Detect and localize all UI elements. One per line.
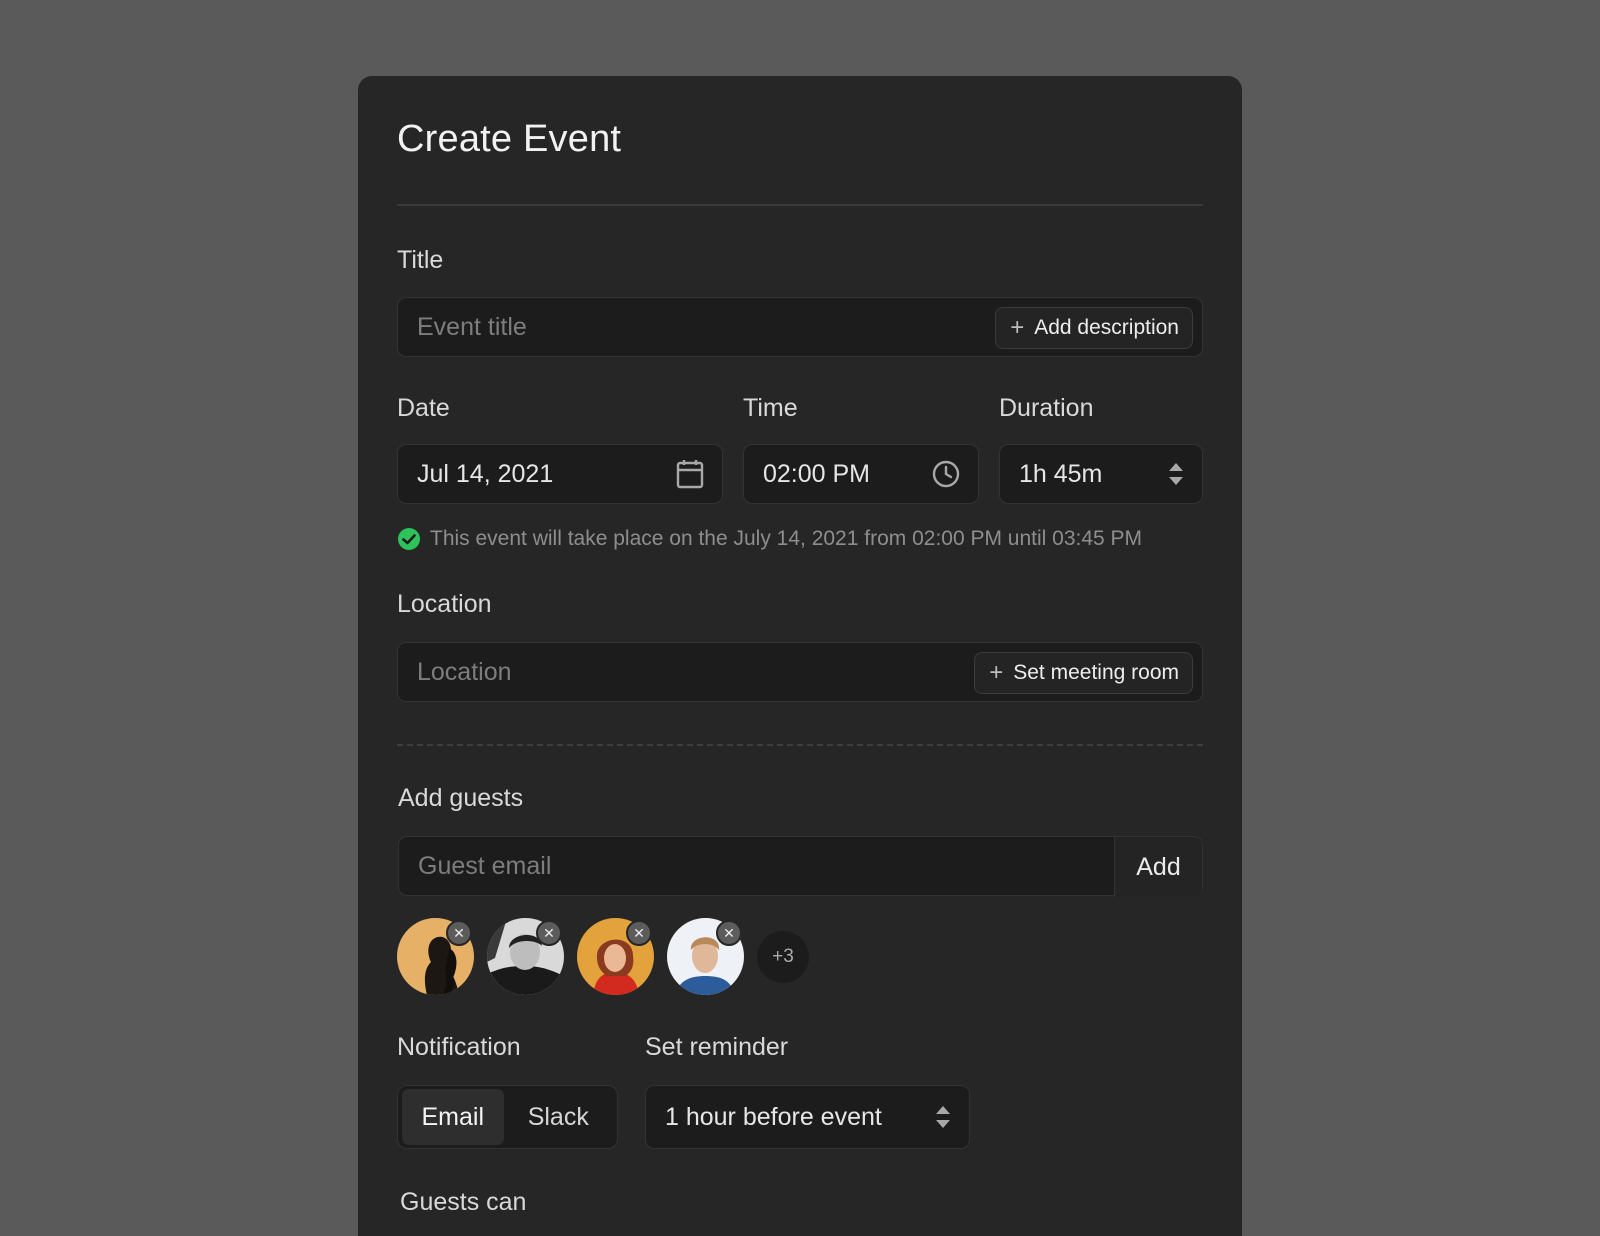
add-guest-button[interactable]: Add <box>1114 837 1202 897</box>
reminder-label: Set reminder <box>645 1033 789 1061</box>
set-meeting-room-button[interactable]: + Set meeting room <box>974 652 1193 694</box>
notification-label: Notification <box>397 1033 521 1061</box>
guest-avatar-list: ✕ ✕ ✕ ✕ +3 <box>397 918 809 995</box>
location-field[interactable]: Location + Set meeting room <box>397 642 1203 702</box>
date-field[interactable]: Jul 14, 2021 <box>397 444 723 504</box>
duration-field[interactable]: 1h 45m <box>999 444 1203 504</box>
location-label: Location <box>397 590 492 618</box>
header-divider <box>397 204 1203 206</box>
notification-option-slack[interactable]: Slack <box>504 1089 613 1145</box>
event-title-placeholder: Event title <box>417 312 527 341</box>
page-title: Create Event <box>397 118 622 160</box>
remove-guest-icon[interactable]: ✕ <box>536 920 562 946</box>
notification-toggle: Email Slack <box>397 1085 618 1149</box>
event-summary-text: This event will take place on the July 1… <box>430 527 1143 550</box>
time-field[interactable]: 02:00 PM <box>743 444 979 504</box>
location-placeholder: Location <box>417 657 512 686</box>
time-value: 02:00 PM <box>763 459 871 488</box>
remove-guest-icon[interactable]: ✕ <box>716 920 742 946</box>
plus-icon: + <box>1010 314 1025 341</box>
stepper-arrows-icon <box>935 1104 951 1130</box>
calendar-icon[interactable] <box>676 459 704 489</box>
reminder-value: 1 hour before event <box>665 1102 882 1131</box>
add-guests-label: Add guests <box>398 784 524 812</box>
notification-option-email[interactable]: Email <box>402 1089 504 1145</box>
guest-email-field[interactable]: Guest email Add <box>398 836 1203 897</box>
create-event-panel: Create Event Title Event title + Add des… <box>358 76 1242 1236</box>
more-guests-badge[interactable]: +3 <box>757 930 809 983</box>
duration-label: Duration <box>999 394 1094 422</box>
plus-icon: + <box>989 659 1004 686</box>
date-value: Jul 14, 2021 <box>417 459 554 488</box>
reminder-select[interactable]: 1 hour before event <box>645 1085 970 1149</box>
stepper-arrows-icon[interactable] <box>1168 461 1184 487</box>
section-divider <box>397 744 1203 746</box>
event-title-field[interactable]: Event title + Add description <box>397 297 1203 357</box>
guest-avatar-4[interactable]: ✕ <box>667 918 744 995</box>
guest-avatar-1[interactable]: ✕ <box>397 918 474 995</box>
add-description-label: Add description <box>1034 316 1179 339</box>
guest-avatar-3[interactable]: ✕ <box>577 918 654 995</box>
remove-guest-icon[interactable]: ✕ <box>626 920 652 946</box>
guest-email-placeholder: Guest email <box>418 851 552 880</box>
guest-avatar-2[interactable]: ✕ <box>487 918 564 995</box>
time-label: Time <box>743 394 798 422</box>
remove-guest-icon[interactable]: ✕ <box>446 920 472 946</box>
event-summary: This event will take place on the July 1… <box>397 527 1142 551</box>
title-label: Title <box>397 246 444 274</box>
add-description-button[interactable]: + Add description <box>995 307 1193 349</box>
set-meeting-room-label: Set meeting room <box>1013 661 1179 684</box>
clock-icon[interactable] <box>932 460 960 488</box>
check-circle-icon <box>397 527 421 551</box>
date-label: Date <box>397 394 450 422</box>
guests-can-label: Guests can <box>400 1188 527 1216</box>
duration-value: 1h 45m <box>1019 459 1103 488</box>
